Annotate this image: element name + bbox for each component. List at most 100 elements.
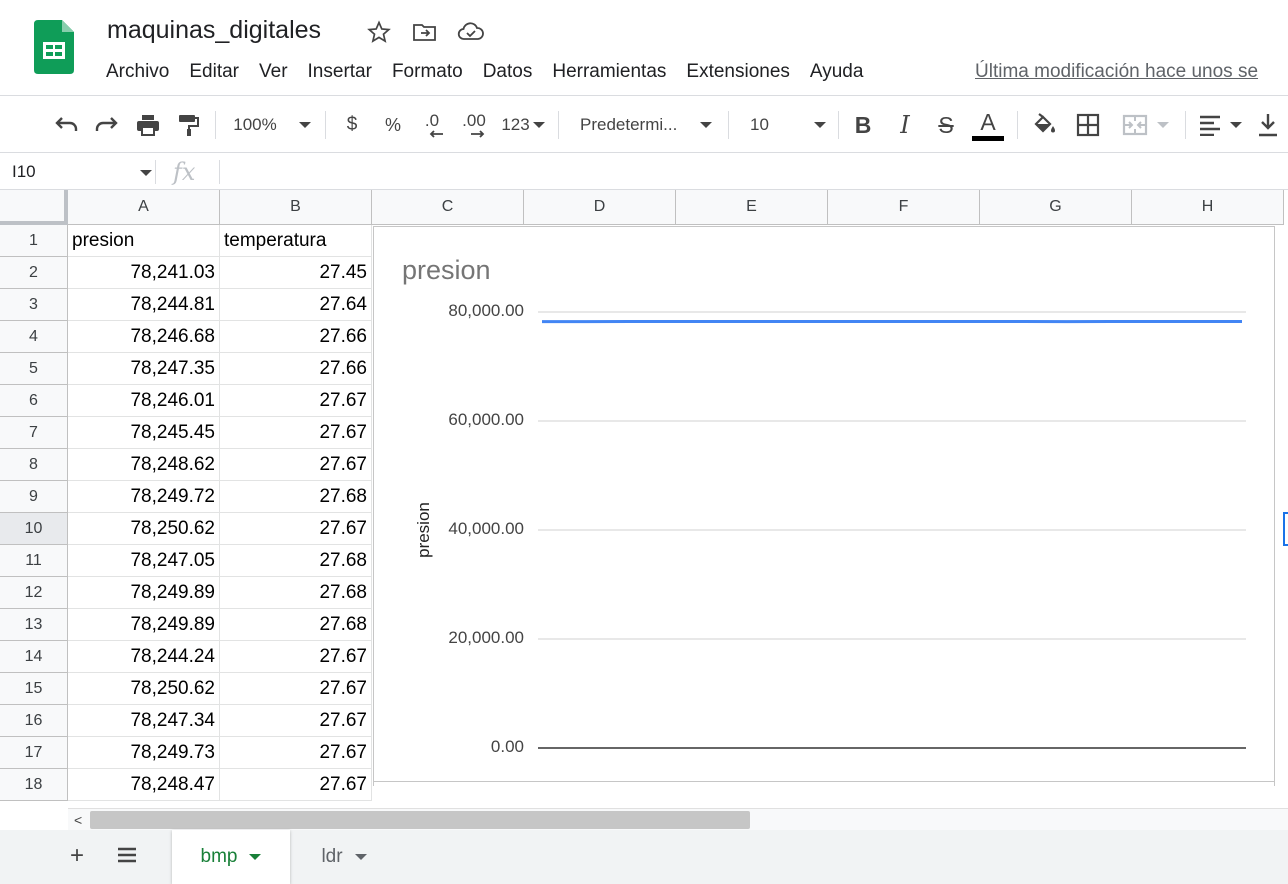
cell-presion[interactable]: 78,249.89: [68, 609, 220, 641]
row-header-12[interactable]: 12: [0, 577, 68, 609]
borders-icon[interactable]: [1072, 97, 1104, 153]
scroll-left-icon[interactable]: <: [74, 812, 82, 828]
cell-temperatura[interactable]: 27.68: [220, 577, 372, 609]
row-header-2[interactable]: 2: [0, 257, 68, 289]
cell-presion[interactable]: 78,249.73: [68, 737, 220, 769]
add-sheet-icon[interactable]: +: [70, 842, 84, 870]
cell-presion[interactable]: 78,245.45: [68, 417, 220, 449]
cell-temperatura[interactable]: 27.67: [220, 705, 372, 737]
merge-cells-button[interactable]: [1116, 97, 1174, 153]
column-header-h[interactable]: H: [1132, 190, 1284, 225]
more-formats-button[interactable]: 123: [498, 97, 548, 153]
cell-temperatura[interactable]: 27.66: [220, 321, 372, 353]
row-header-14[interactable]: 14: [0, 641, 68, 673]
row-header-10[interactable]: 10: [0, 513, 68, 545]
menu-archivo[interactable]: Archivo: [96, 58, 179, 88]
cell-presion[interactable]: 78,249.89: [68, 577, 220, 609]
menu-extensiones[interactable]: Extensiones: [676, 58, 800, 88]
currency-format-button[interactable]: $: [338, 97, 366, 153]
row-header-9[interactable]: 9: [0, 481, 68, 513]
all-sheets-icon[interactable]: [116, 846, 138, 871]
column-header-b[interactable]: B: [220, 190, 372, 225]
cloud-saved-icon[interactable]: [457, 18, 485, 46]
row-header-7[interactable]: 7: [0, 417, 68, 449]
header-cell-temperatura[interactable]: temperatura: [220, 225, 372, 257]
cell-temperatura[interactable]: 27.67: [220, 673, 372, 705]
spreadsheet-grid[interactable]: ABCDEFGH 1 2 3 4 5 6 7 8 9 10 11 12 13 14 15 16 17 18 pre…: [0, 190, 1288, 808]
cell-temperatura[interactable]: 27.67: [220, 385, 372, 417]
cell-presion[interactable]: 78,244.81: [68, 289, 220, 321]
last-modified-link[interactable]: Última modificación hace unos se: [975, 58, 1258, 86]
horizontal-scrollbar[interactable]: <: [68, 808, 1288, 830]
sheet-tab-ldr[interactable]: ldr: [298, 830, 390, 884]
menu-insertar[interactable]: Insertar: [298, 58, 382, 88]
cell-presion[interactable]: 78,248.62: [68, 449, 220, 481]
menu-datos[interactable]: Datos: [473, 58, 543, 88]
italic-button[interactable]: I: [890, 97, 920, 153]
cell-presion[interactable]: 78,250.62: [68, 513, 220, 545]
row-header-15[interactable]: 15: [0, 673, 68, 705]
redo-icon[interactable]: [91, 97, 123, 153]
cell-temperatura[interactable]: 27.66: [220, 353, 372, 385]
cell-temperatura[interactable]: 27.68: [220, 545, 372, 577]
cell-temperatura[interactable]: 27.64: [220, 289, 372, 321]
text-color-button[interactable]: A: [970, 97, 1006, 153]
zoom-select[interactable]: 100%: [226, 97, 318, 153]
undo-icon[interactable]: [50, 97, 82, 153]
menu-ver[interactable]: Ver: [249, 58, 298, 88]
formula-input[interactable]: [232, 162, 1272, 184]
cell-temperatura[interactable]: 27.68: [220, 481, 372, 513]
move-folder-icon[interactable]: [411, 18, 439, 46]
cell-presion[interactable]: 78,247.34: [68, 705, 220, 737]
row-header-13[interactable]: 13: [0, 609, 68, 641]
row-header-18[interactable]: 18: [0, 769, 68, 801]
bold-button[interactable]: B: [848, 97, 878, 153]
horizontal-align-button[interactable]: [1195, 97, 1245, 153]
cell-presion[interactable]: 78,247.05: [68, 545, 220, 577]
cell-temperatura[interactable]: 27.45: [220, 257, 372, 289]
menu-ayuda[interactable]: Ayuda: [800, 58, 874, 88]
column-header-a[interactable]: A: [68, 190, 220, 225]
cell-presion[interactable]: 78,249.72: [68, 481, 220, 513]
document-title[interactable]: maquinas_digitales: [107, 16, 321, 45]
row-header-6[interactable]: 6: [0, 385, 68, 417]
row-header-5[interactable]: 5: [0, 353, 68, 385]
font-size-select[interactable]: 10: [740, 97, 830, 153]
cell-temperatura[interactable]: 27.67: [220, 769, 372, 801]
row-header-17[interactable]: 17: [0, 737, 68, 769]
cell-presion[interactable]: 78,248.47: [68, 769, 220, 801]
chevron-down-icon[interactable]: [140, 170, 152, 176]
increase-decimals-button[interactable]: .00: [456, 97, 492, 153]
row-header-11[interactable]: 11: [0, 545, 68, 577]
paint-format-icon[interactable]: [172, 97, 204, 153]
scrollbar-thumb[interactable]: [90, 811, 750, 829]
row-header-3[interactable]: 3: [0, 289, 68, 321]
sheets-logo-icon[interactable]: [34, 20, 74, 74]
header-cell-presion[interactable]: presion: [68, 225, 220, 257]
cell-presion[interactable]: 78,241.03: [68, 257, 220, 289]
menu-editar[interactable]: Editar: [179, 58, 249, 88]
cell-temperatura[interactable]: 27.67: [220, 417, 372, 449]
percent-format-button[interactable]: %: [379, 97, 407, 153]
cell-temperatura[interactable]: 27.67: [220, 513, 372, 545]
cell-presion[interactable]: 78,244.24: [68, 641, 220, 673]
row-header-4[interactable]: 4: [0, 321, 68, 353]
column-header-g[interactable]: G: [980, 190, 1132, 225]
column-header-c[interactable]: C: [372, 190, 524, 225]
name-box[interactable]: I10: [12, 162, 36, 182]
row-header-1[interactable]: 1: [0, 225, 68, 257]
row-header-8[interactable]: 8: [0, 449, 68, 481]
vertical-align-icon[interactable]: [1254, 97, 1282, 153]
cell-temperatura[interactable]: 27.68: [220, 609, 372, 641]
sheet-tab-bmp[interactable]: bmp: [172, 830, 290, 884]
cell-presion[interactable]: 78,247.35: [68, 353, 220, 385]
decrease-decimals-button[interactable]: .0: [416, 97, 448, 153]
row-header-16[interactable]: 16: [0, 705, 68, 737]
line-chart[interactable]: presion presion 80,000.00 60,000.00 40,000…: [373, 226, 1275, 786]
cell-presion[interactable]: 78,246.68: [68, 321, 220, 353]
menu-formato[interactable]: Formato: [382, 58, 473, 88]
column-header-f[interactable]: F: [828, 190, 980, 225]
cell-temperatura[interactable]: 27.67: [220, 449, 372, 481]
column-header-e[interactable]: E: [676, 190, 828, 225]
select-all-corner[interactable]: [0, 190, 68, 225]
